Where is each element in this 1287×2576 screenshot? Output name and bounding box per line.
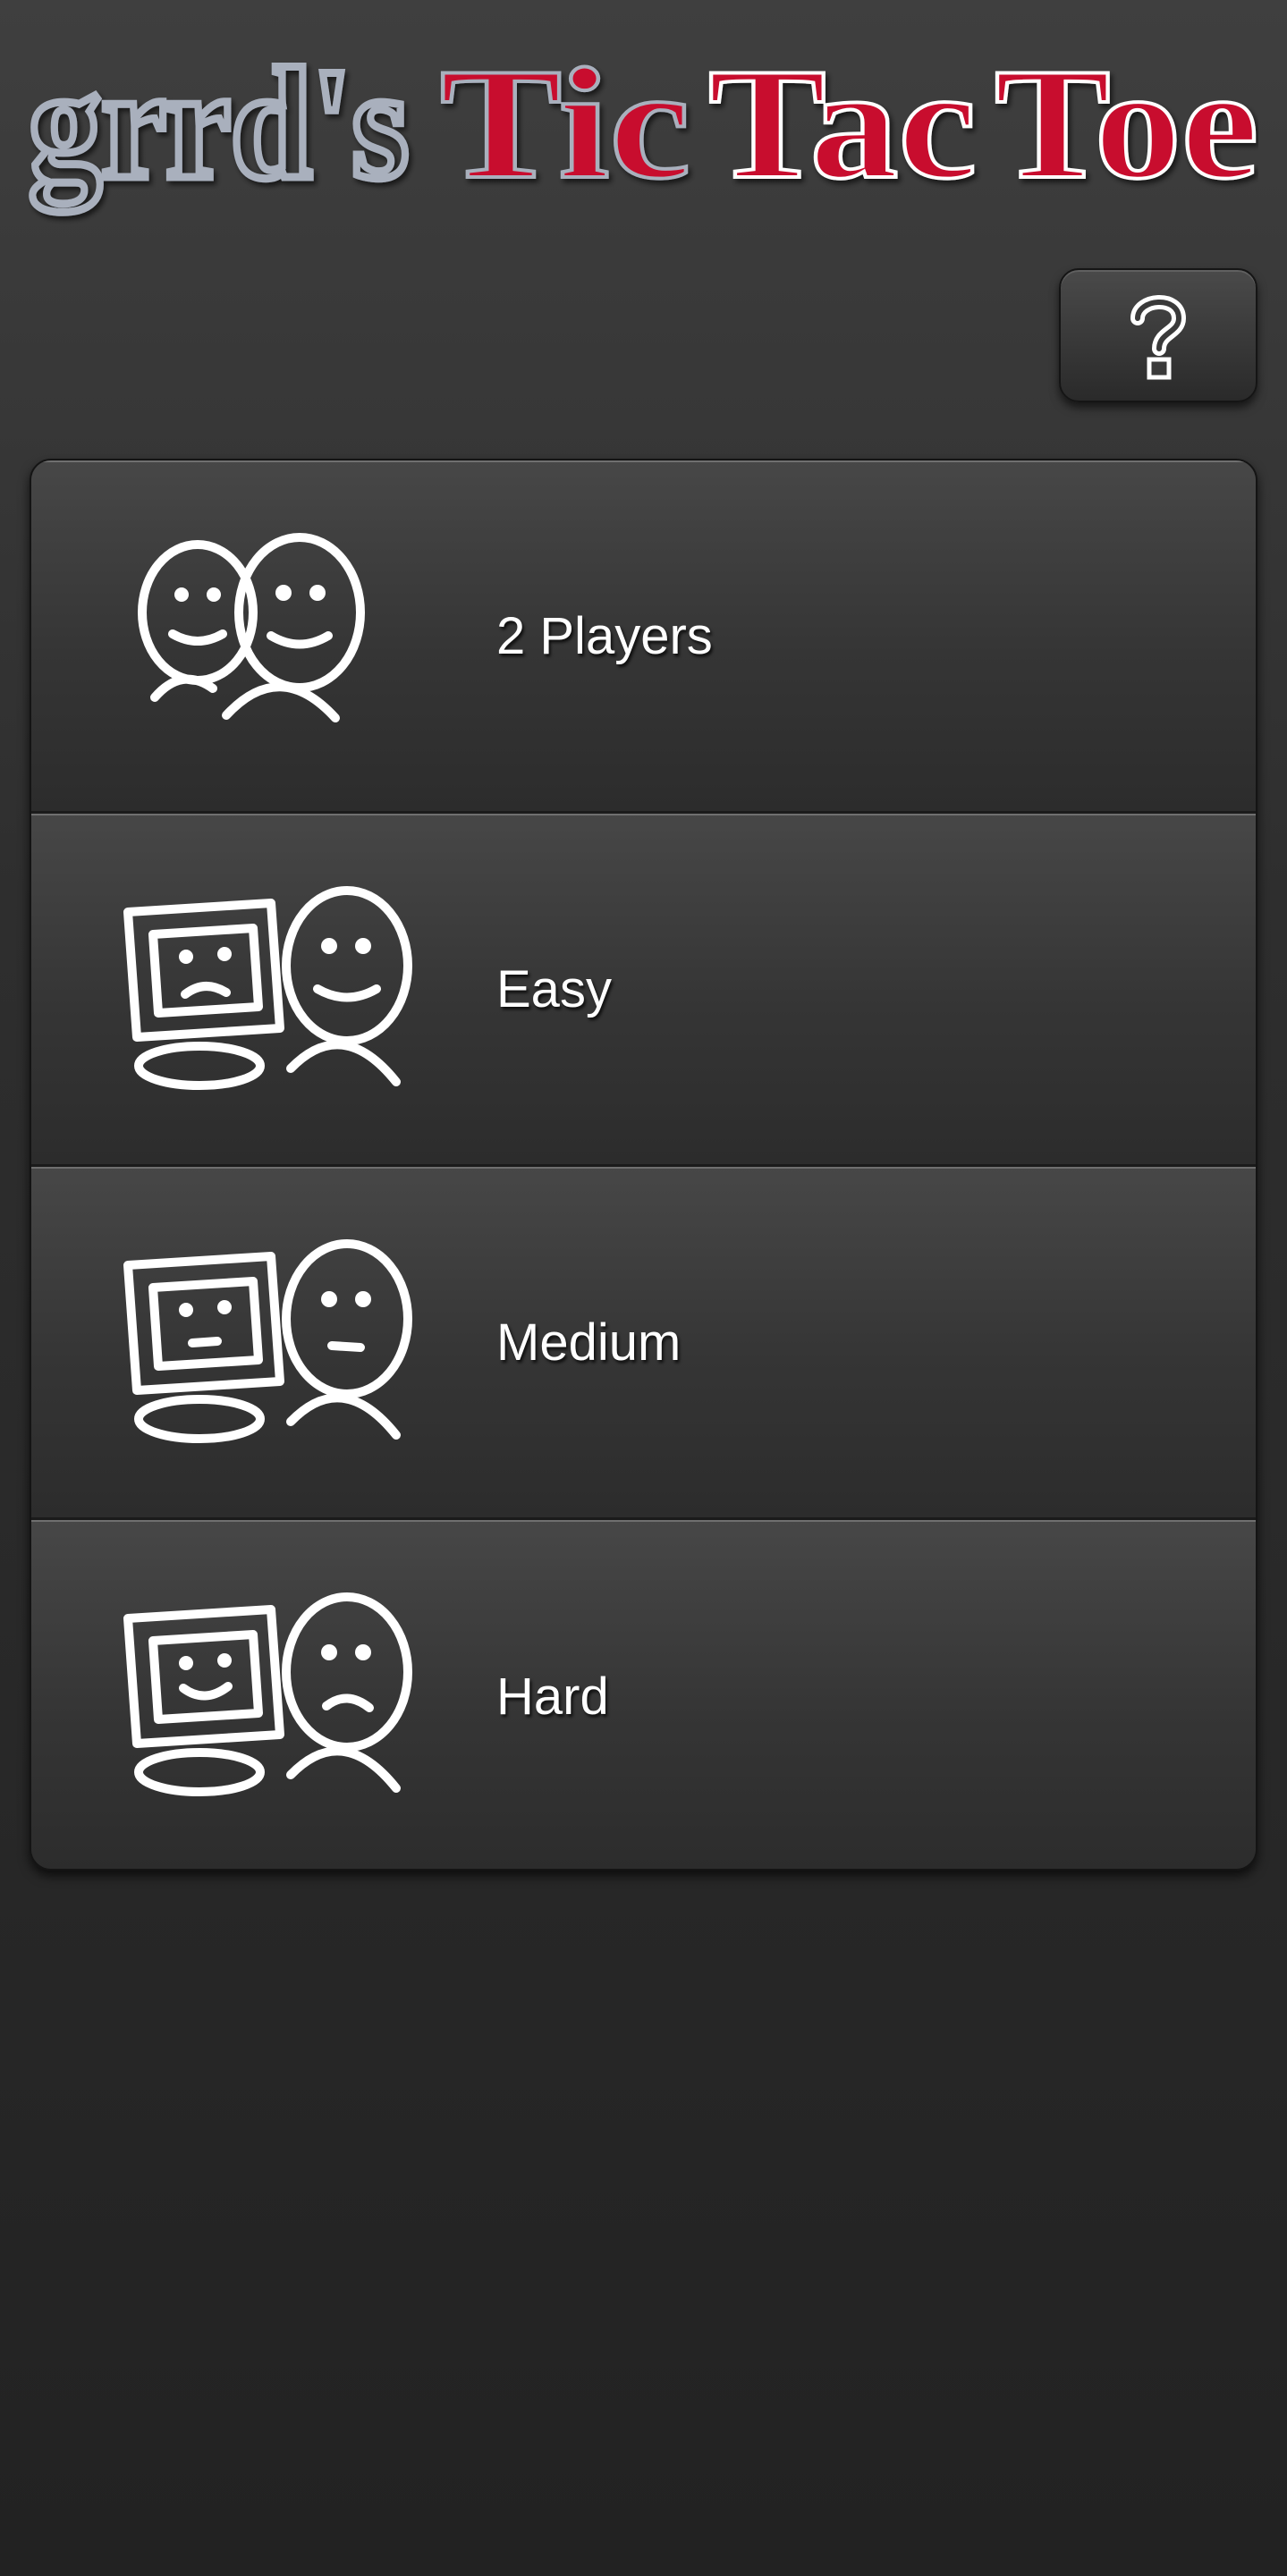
menu-item-hard[interactable]: Hard [31, 1520, 1256, 1869]
title-word-toe: Toe [995, 52, 1258, 212]
two-players-icon [138, 533, 365, 722]
menu-item-label: Medium [496, 1313, 682, 1372]
help-button[interactable] [1059, 268, 1257, 402]
title-word-tac: Tac [708, 52, 977, 212]
menu-item-label: Hard [496, 1668, 609, 1726]
game-mode-menu: 2 Players Easy Medium Hard [30, 459, 1257, 1871]
menu-item-label: 2 Players [496, 606, 713, 665]
menu-item-2-players[interactable]: 2 Players [31, 460, 1256, 814]
app-title-logo: grrd's Tic Tac Toe [29, 52, 1258, 216]
menu-item-medium[interactable]: Medium [31, 1167, 1256, 1520]
question-mark-icon [1130, 295, 1187, 380]
computer-neutral-player-icon [123, 1239, 412, 1443]
menu-item-label: Easy [496, 959, 612, 1018]
menu-item-easy[interactable]: Easy [31, 814, 1256, 1167]
title-word-tic: Tic [440, 52, 690, 212]
computer-sad-player-icon [123, 1592, 412, 1796]
computer-happy-player-icon [123, 886, 412, 1090]
title-prefix: grrd's [29, 52, 409, 212]
